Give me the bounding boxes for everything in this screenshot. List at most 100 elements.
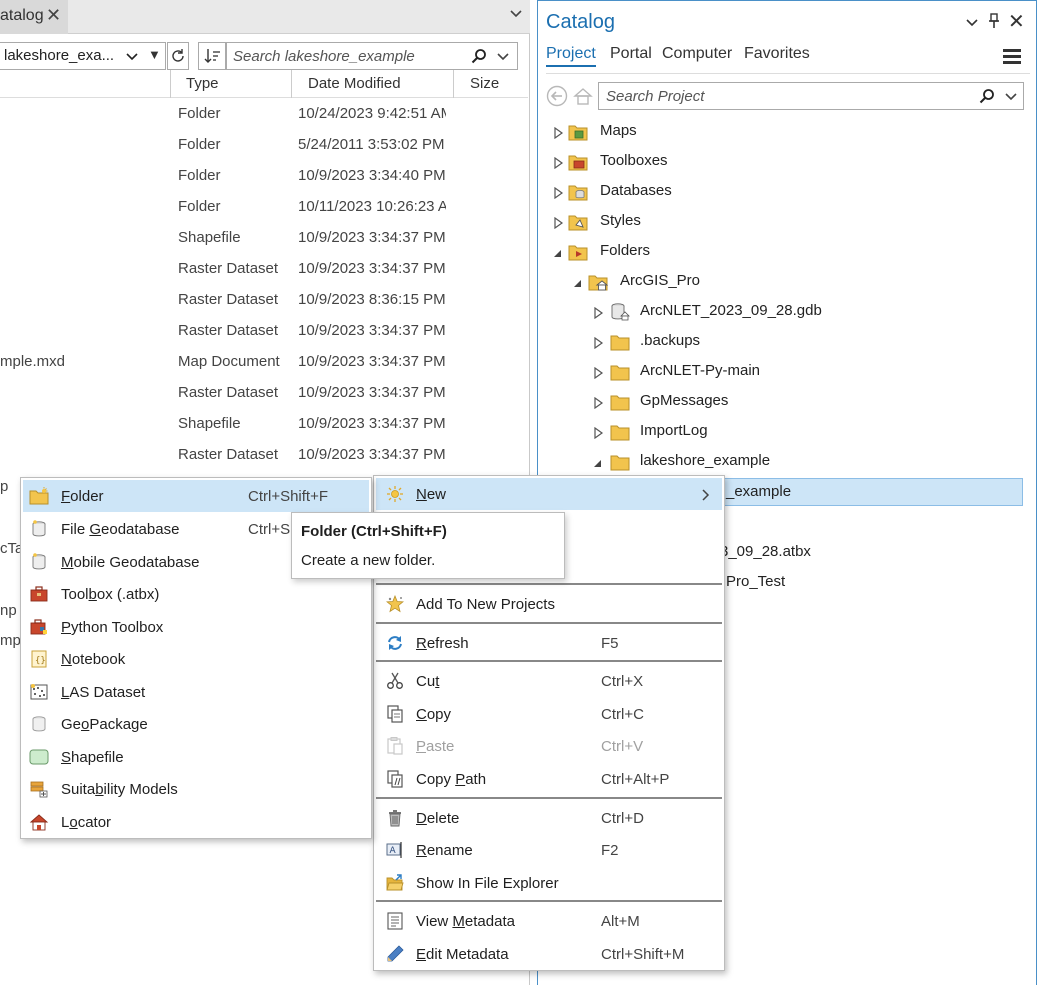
menu-item-copy[interactable]: Copy Ctrl+C: [376, 698, 722, 730]
submenu-item-locator[interactable]: Locator: [23, 806, 369, 838]
location-dropdown[interactable]: lakeshore_exa... ▼: [0, 42, 166, 70]
table-row[interactable]: Folder 5/24/2011 3:53:02 PM: [0, 130, 528, 161]
tree-item-maps[interactable]: Maps: [550, 118, 1010, 148]
expand-arrow-icon[interactable]: [594, 307, 604, 319]
menu-item-copy-path[interactable]: Copy Path Ctrl+Alt+P: [376, 763, 722, 795]
tree-item-arcnlet-py-main[interactable]: ArcNLET-Py-main: [590, 358, 1010, 388]
menu-item-show-in-file-explorer[interactable]: Show In File Explorer: [376, 867, 722, 899]
expand-arrow-icon[interactable]: [554, 157, 564, 169]
search-icon[interactable]: [979, 88, 995, 104]
file-type: Folder: [178, 198, 221, 215]
table-row[interactable]: Raster Dataset 10/9/2023 3:34:37 PM: [0, 378, 528, 409]
refresh-button[interactable]: [167, 42, 189, 70]
expand-arrow-icon[interactable]: [554, 127, 564, 139]
submenu-item-python-toolbox[interactable]: Python Toolbox: [23, 611, 369, 643]
search-icon[interactable]: [471, 48, 487, 64]
tab-favorites[interactable]: Favorites: [744, 45, 810, 63]
table-row[interactable]: Folder 10/9/2023 3:34:40 PM: [0, 161, 528, 192]
menu-item-add-to-new-projects[interactable]: Add To New Projects: [376, 588, 722, 620]
table-row[interactable]: Folder 10/24/2023 9:42:51 AM: [0, 99, 528, 130]
expand-arrow-icon[interactable]: [554, 217, 564, 229]
collapse-arrow-icon[interactable]: [552, 247, 562, 259]
tree-label-partial[interactable]: _example: [726, 483, 791, 500]
search-input[interactable]: [604, 86, 964, 106]
submenu-item-toolbox[interactable]: Toolbox (.atbx): [23, 578, 369, 610]
file-name-fragment: mp: [0, 632, 21, 649]
sort-button[interactable]: [198, 42, 226, 70]
tree-item-importlog[interactable]: ImportLog: [590, 418, 1010, 448]
menu-shortcut: Ctrl+D: [601, 810, 644, 827]
submenu-item-notebook[interactable]: {} Notebook: [23, 643, 369, 675]
column-date-modified[interactable]: Date Modified: [308, 75, 401, 92]
column-type[interactable]: Type: [186, 75, 219, 92]
expand-arrow-icon[interactable]: [594, 397, 604, 409]
tree-item-databases[interactable]: Databases: [550, 178, 1010, 208]
menu-item-refresh[interactable]: Refresh F5: [376, 627, 722, 659]
menu-item-delete[interactable]: Delete Ctrl+D: [376, 802, 722, 834]
tooltip-description: Create a new folder.: [301, 552, 436, 569]
chevron-down-icon[interactable]: [497, 51, 509, 63]
tree-label-partial[interactable]: 3_09_28.atbx: [720, 543, 811, 560]
column-divider[interactable]: [170, 70, 171, 98]
tab-computer[interactable]: Computer: [662, 45, 732, 63]
tree-item-gdb[interactable]: ArcNLET_2023_09_28.gdb: [590, 298, 1010, 328]
menu-item-new[interactable]: New: [376, 478, 722, 510]
tree-item-backups[interactable]: .backups: [590, 328, 1010, 358]
table-row[interactable]: Shapefile 10/9/2023 3:34:37 PM: [0, 223, 528, 254]
close-icon[interactable]: ✕: [1008, 9, 1025, 34]
collapse-arrow-icon[interactable]: [572, 277, 582, 289]
tree-item-gpmessages[interactable]: GpMessages: [590, 388, 1010, 418]
expand-arrow-icon[interactable]: [594, 427, 604, 439]
tree-item-folders[interactable]: Folders: [550, 238, 1010, 268]
table-row[interactable]: Folder 10/11/2023 10:26:23 AM: [0, 192, 528, 223]
column-size[interactable]: Size: [470, 75, 499, 92]
menu-item-rename[interactable]: A Rename F2: [376, 834, 722, 866]
tree-item-toolboxes[interactable]: Toolboxes: [550, 148, 1010, 178]
tree-label-partial[interactable]: Pro_Test: [726, 573, 785, 590]
tree-item-arcgis-pro[interactable]: ArcGIS_Pro: [570, 268, 1010, 298]
chevron-down-icon[interactable]: [510, 8, 522, 20]
expand-arrow-icon[interactable]: [594, 337, 604, 349]
chevron-down-icon[interactable]: [966, 17, 978, 29]
tree-item-lakeshore-example[interactable]: lakeshore_example: [590, 448, 1010, 478]
home-icon[interactable]: [572, 85, 594, 107]
menu-item-view-metadata[interactable]: View Metadata Alt+M: [376, 905, 722, 937]
file-date: 10/9/2023 3:34:37 PM: [298, 260, 446, 277]
menu-shortcut: Ctrl+Alt+P: [601, 771, 670, 788]
menu-item-label: View Metadata: [416, 913, 515, 930]
close-icon[interactable]: ✕: [46, 5, 61, 26]
submenu-item-suitability-models[interactable]: Suitability Models: [23, 773, 369, 805]
menu-icon[interactable]: [1003, 48, 1021, 64]
tab-project[interactable]: Project: [546, 45, 596, 67]
caret-down-icon[interactable]: ▼: [148, 47, 161, 62]
table-row[interactable]: Raster Dataset 10/9/2023 8:36:15 PM: [0, 285, 528, 316]
search-box: [598, 82, 1024, 110]
menu-item-cut[interactable]: Cut Ctrl+X: [376, 665, 722, 697]
table-row[interactable]: Raster Dataset 10/9/2023 3:34:37 PM: [0, 440, 528, 471]
back-icon[interactable]: [546, 85, 568, 107]
table-row[interactable]: Raster Dataset 10/9/2023 3:34:37 PM: [0, 316, 528, 347]
copy-path-icon: [387, 770, 403, 788]
chevron-down-icon[interactable]: [1005, 91, 1017, 103]
tab-catalog-view[interactable]: atalog ✕: [0, 0, 68, 34]
menu-item-label: Add To New Projects: [416, 596, 555, 613]
menu-item-paste[interactable]: Paste Ctrl+V: [376, 730, 722, 762]
expand-arrow-icon[interactable]: [594, 367, 604, 379]
tree-item-styles[interactable]: Styles: [550, 208, 1010, 238]
menu-item-edit-metadata[interactable]: Edit Metadata Ctrl+Shift+M: [376, 938, 722, 970]
table-row[interactable]: Raster Dataset 10/9/2023 3:34:37 PM: [0, 254, 528, 285]
search-input[interactable]: [231, 46, 461, 66]
pin-icon[interactable]: [987, 13, 1001, 29]
collapse-arrow-icon[interactable]: [592, 457, 602, 469]
column-divider[interactable]: [453, 70, 454, 98]
submenu-item-shapefile[interactable]: Shapefile: [23, 741, 369, 773]
table-row[interactable]: Shapefile 10/9/2023 3:34:37 PM: [0, 409, 528, 440]
submenu-item-folder[interactable]: Folder Ctrl+Shift+F: [23, 480, 369, 512]
table-row[interactable]: mple.mxd Map Document 10/9/2023 3:34:37 PM: [0, 347, 528, 378]
column-divider[interactable]: [291, 70, 292, 98]
chevron-down-icon[interactable]: [126, 51, 138, 63]
submenu-item-geopackage[interactable]: GeoPackage: [23, 708, 369, 740]
tab-portal[interactable]: Portal: [610, 45, 652, 63]
expand-arrow-icon[interactable]: [554, 187, 564, 199]
submenu-item-las-dataset[interactable]: LAS Dataset: [23, 676, 369, 708]
